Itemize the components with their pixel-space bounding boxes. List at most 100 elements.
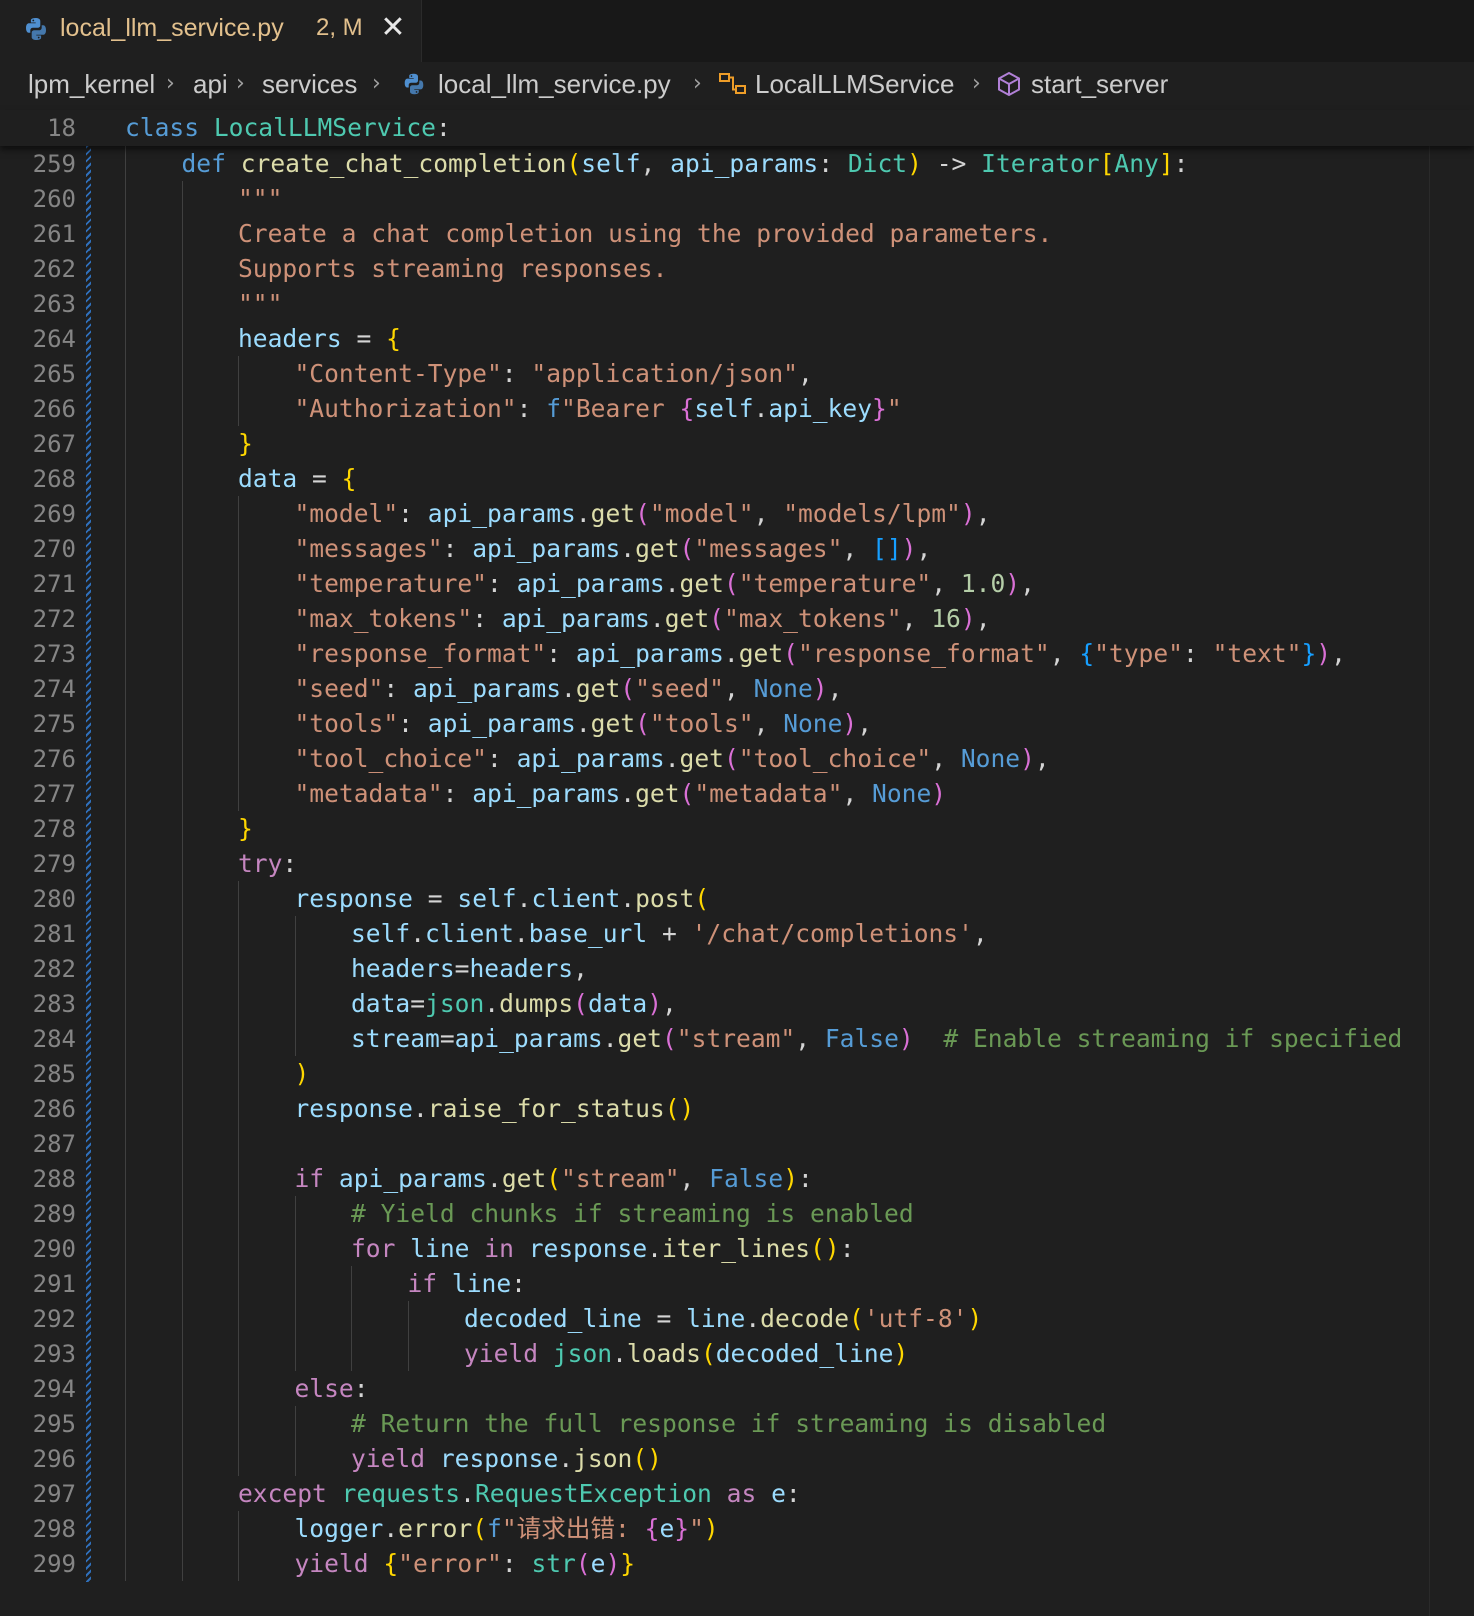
code-token: data (351, 989, 411, 1018)
code-line[interactable]: 279 try: (0, 846, 1474, 882)
tab-local-llm-service[interactable]: local_llm_service.py 2, M ✕ (0, 0, 422, 62)
code-line[interactable]: 259 def create_chat_completion(self, api_… (0, 146, 1474, 182)
code-line[interactable]: 290 for line in response.iter_lines(): (0, 1231, 1474, 1267)
code-line[interactable]: 271 "temperature": api_params.get("temper… (0, 566, 1474, 602)
code-token: client (531, 884, 621, 913)
line-number: 280 (32, 885, 76, 913)
code-token: . (620, 534, 636, 563)
code-token: loads (626, 1339, 701, 1368)
code-line[interactable]: 282 headers=headers, (0, 951, 1474, 987)
breadcrumb-item-lpm-kernel[interactable]: lpm_kernel (28, 69, 155, 100)
code-token: { (644, 1514, 660, 1543)
code-line[interactable]: 277 "metadata": api_params.get("metadata"… (0, 776, 1474, 812)
code-content: decoded_line = line.decode('utf-8') (464, 1301, 982, 1337)
chevron-right-icon: › (693, 71, 702, 96)
code-line[interactable]: 291 if line: (0, 1266, 1474, 1302)
code-line[interactable]: 275 "tools": api_params.get("tools", None… (0, 706, 1474, 742)
code-token: get (575, 674, 621, 703)
code-token: get (635, 779, 680, 808)
breadcrumb-item-services[interactable]: services (262, 69, 357, 100)
code-line[interactable]: 269 "model": api_params.get("model", "mod… (0, 496, 1474, 532)
code-line[interactable]: 284 stream=api_params.get("stream", False… (0, 1021, 1474, 1057)
code-editor[interactable]: 259 def create_chat_completion(self, api_… (0, 146, 1474, 1616)
code-content: "Content-Type": "application/json", (295, 356, 813, 392)
code-token: : (1182, 639, 1213, 668)
code-line[interactable]: 260 """ (0, 181, 1474, 217)
code-line[interactable]: 296 yield response.json() (0, 1441, 1474, 1477)
code-line[interactable]: 281 self.client.base_url + '/chat/complet… (0, 916, 1474, 952)
code-line[interactable]: 294 else: (0, 1371, 1474, 1407)
breadcrumb-item-file[interactable]: local_llm_service.py (438, 69, 671, 100)
code-token: . (513, 919, 529, 948)
code-line[interactable]: 286 response.raise_for_status() (0, 1091, 1474, 1127)
modified-gutter-indicator (86, 146, 91, 182)
code-token: response (439, 1444, 559, 1473)
code-line[interactable]: 288 if api_params.get("stream", False): (0, 1161, 1474, 1197)
code-token: "response_format" (797, 639, 1050, 668)
code-token: ( (723, 744, 739, 773)
code-token: . (602, 1024, 618, 1053)
code-line[interactable]: 274 "seed": api_params.get("seed", None), (0, 671, 1474, 707)
code-token: : (501, 1549, 532, 1578)
modified-gutter-indicator (86, 1021, 91, 1057)
code-token: 16 (931, 604, 961, 633)
vertical-scrollbar[interactable] (1429, 146, 1474, 1616)
code-line[interactable]: 283 data=json.dumps(data), (0, 986, 1474, 1022)
code-token: RequestException (474, 1479, 712, 1508)
breadcrumb-item-class[interactable]: LocalLLMService (755, 69, 954, 100)
breadcrumb-item-method[interactable]: start_server (1031, 69, 1168, 100)
code-line[interactable]: 287 (0, 1126, 1474, 1162)
code-line[interactable]: 265 "Content-Type": "application/json", (0, 356, 1474, 392)
code-token: get (617, 1024, 662, 1053)
code-token: ( (694, 884, 710, 913)
code-content: Supports streaming responses. (238, 251, 667, 287)
code-line[interactable]: 298 logger.error(f"请求出错: {e}") (0, 1511, 1474, 1547)
code-line[interactable]: 280 response = self.client.post( (0, 881, 1474, 917)
code-line[interactable]: 299 yield {"error": str(e)} (0, 1546, 1474, 1582)
code-line[interactable]: 293 yield json.loads(decoded_line) (0, 1336, 1474, 1372)
code-token: response (528, 1234, 648, 1263)
code-line[interactable]: 267} (0, 426, 1474, 462)
code-line[interactable]: 262 Supports streaming responses. (0, 251, 1474, 287)
code-token: ( (679, 534, 695, 563)
code-token: ) (931, 779, 947, 808)
line-number: 265 (32, 360, 76, 388)
python-file-icon (26, 18, 46, 40)
code-line[interactable]: 261 Create a chat completion using the pr… (0, 216, 1474, 252)
code-token: -> (921, 149, 982, 178)
code-line[interactable]: 292 decoded_line = line.decode('utf-8') (0, 1301, 1474, 1337)
code-content: } (238, 426, 253, 462)
code-line[interactable]: 278} (0, 811, 1474, 847)
line-number: 286 (32, 1095, 76, 1123)
code-line[interactable]: 264 headers = { (0, 321, 1474, 357)
code-token: : (798, 1164, 813, 1193)
code-line[interactable]: 295 # Return the full response if streami… (0, 1406, 1474, 1442)
code-line[interactable]: 289 # Yield chunks if streaming is enable… (0, 1196, 1474, 1232)
code-token: api_params (472, 779, 621, 808)
code-token: api_params (472, 534, 621, 563)
code-line[interactable]: 285) (0, 1056, 1474, 1092)
tab-filename: local_llm_service.py (60, 14, 284, 42)
code-line[interactable]: 276 "tool_choice": api_params.get("tool_c… (0, 741, 1474, 777)
code-line[interactable]: 272 "max_tokens": api_params.get("max_tok… (0, 601, 1474, 637)
code-line[interactable]: 268 data = { (0, 461, 1474, 497)
close-icon[interactable]: ✕ (378, 10, 408, 46)
code-token: "Bearer (561, 394, 680, 423)
code-line[interactable]: 297 except requests.RequestException as e… (0, 1476, 1474, 1512)
code-line[interactable]: 263 """ (0, 286, 1474, 322)
code-line[interactable]: 266 "Authorization": f"Bearer {self.api_k… (0, 391, 1474, 427)
code-line[interactable]: 273 "response_format": api_params.get("re… (0, 636, 1474, 672)
code-token: () (632, 1444, 662, 1473)
code-token: [ (1099, 149, 1115, 178)
modified-gutter-indicator (86, 1476, 91, 1512)
code-token: . (664, 569, 680, 598)
code-token: . (575, 499, 591, 528)
code-token: create_chat_completion (240, 149, 567, 178)
code-token: { (1079, 639, 1095, 668)
sticky-scroll-header[interactable]: 18 class LocalLLMService: (0, 110, 1474, 146)
code-line[interactable]: 270 "messages": api_params.get("messages"… (0, 531, 1474, 567)
code-token: , (857, 709, 873, 738)
chevron-right-icon: › (236, 71, 245, 96)
breadcrumb-item-api[interactable]: api (193, 69, 228, 100)
line-number: 259 (32, 150, 76, 178)
